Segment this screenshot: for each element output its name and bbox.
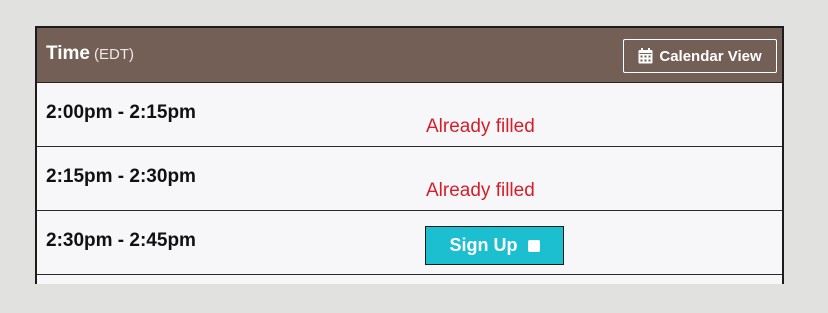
slot-time: 2:15pm - 2:30pm (46, 166, 196, 187)
sign-up-button[interactable]: Sign Up (425, 226, 564, 265)
calendar-view-button[interactable]: Calendar View (623, 39, 777, 73)
slot-time: 2:30pm - 2:45pm (46, 230, 196, 251)
slot-row: 2:30pm - 2:45pm Sign Up (37, 211, 782, 275)
calendar-icon (638, 48, 653, 64)
sign-up-label: Sign Up (449, 235, 518, 255)
column-title: Time (EDT) (46, 42, 134, 67)
signup-slots-table: Time (EDT) Calendar View 2:00pm - 2:15pm… (35, 26, 784, 284)
slot-row: 2:15pm - 2:30pm Already filled (37, 147, 782, 211)
table-header: Time (EDT) Calendar View (37, 28, 782, 83)
time-heading: Time (46, 43, 91, 64)
calendar-view-label: Calendar View (659, 47, 762, 65)
timezone-label: (EDT) (94, 46, 135, 63)
slot-status-filled: Already filled (426, 116, 535, 137)
checkbox-icon[interactable] (527, 239, 540, 252)
slot-row: 2:00pm - 2:15pm Already filled (37, 83, 782, 147)
slot-time: 2:00pm - 2:15pm (46, 102, 196, 123)
slot-status-filled: Already filled (426, 180, 535, 201)
